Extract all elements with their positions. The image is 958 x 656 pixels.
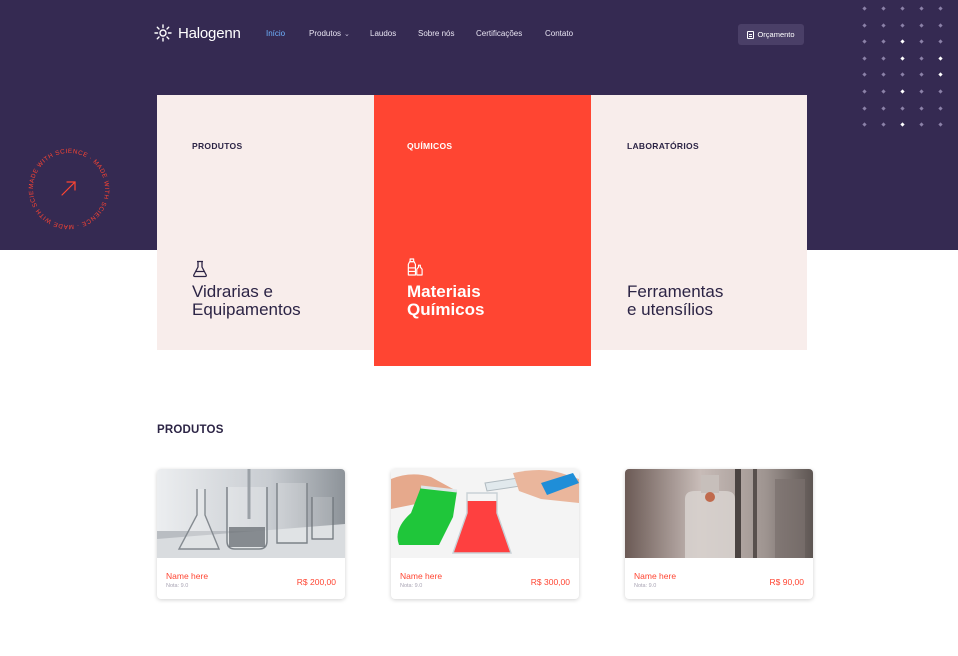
decorative-dot [900, 122, 905, 127]
product-card[interactable]: Name here Nota: 9.0 R$ 300,00 [391, 469, 579, 599]
flask-icon [193, 260, 207, 278]
nav-item-certificacoes[interactable]: Certificações [476, 29, 545, 38]
decorative-dot [881, 6, 886, 11]
category-label: PRODUTOS [192, 141, 243, 151]
category-card-laboratorios[interactable]: LABORATÓRIOS Ferramentas e utensílios [591, 95, 807, 350]
category-title-line1: Materiais [407, 282, 481, 301]
arrow-up-right-icon [61, 181, 76, 196]
decorative-dot [900, 72, 905, 78]
page: Halogenn Início Produtos ⌄ Laudos Sobre n… [0, 0, 958, 656]
main-nav: Início Produtos ⌄ Laudos Sobre nós Certif… [266, 29, 573, 38]
decorative-dot [919, 39, 924, 44]
decorative-dot [938, 22, 943, 28]
document-icon [747, 30, 755, 39]
product-price: R$ 200,00 [296, 577, 336, 587]
decorative-dot [881, 56, 886, 61]
made-with-science-badge[interactable]: MADE WITH SCIENCE · MADE WITH SCIENCE · … [22, 142, 116, 236]
decorative-dot [881, 122, 886, 127]
category-card-produtos[interactable]: PRODUTOS Vidrarias e Equipamentos [157, 95, 374, 350]
nav-item-laudos[interactable]: Laudos [370, 29, 418, 38]
decorative-dot [862, 6, 867, 11]
decorative-dot [938, 72, 943, 78]
decorative-dot [881, 72, 886, 78]
category-title-line1: Ferramentas [627, 282, 724, 301]
category-card-quimicos[interactable]: QUÍMICOS Materiais Químicos [374, 95, 591, 366]
decorative-dot [900, 105, 905, 111]
decorative-dot [900, 56, 905, 61]
category-label: LABORATÓRIOS [627, 141, 699, 151]
decorative-dot [862, 122, 867, 127]
category-title-line2: Químicos [407, 300, 485, 319]
product-rating: Nota: 9.0 [634, 583, 657, 589]
brand-logo[interactable]: Halogenn [154, 24, 241, 42]
decorative-dot [900, 39, 905, 44]
decorative-dot [919, 6, 924, 11]
category-title-line1: Vidrarias e [192, 282, 273, 301]
decorative-dot [862, 22, 867, 28]
decorative-dot [938, 89, 943, 94]
product-name: Name here [400, 571, 443, 581]
product-image-lab-tools [625, 469, 813, 558]
decorative-dot [862, 39, 867, 44]
decorative-dot [881, 105, 886, 111]
decorative-dot [862, 56, 867, 61]
quote-button-label: Orçamento [757, 30, 795, 39]
product-price: R$ 90,00 [769, 577, 805, 587]
decorative-dot [919, 105, 924, 111]
bottles-icon [407, 258, 423, 276]
brand-name: Halogenn [178, 24, 241, 42]
decorative-dot [938, 6, 943, 11]
category-title-line2: Equipamentos [192, 300, 301, 319]
decorative-dot [919, 122, 924, 127]
decorative-dot-grid [862, 6, 953, 132]
decorative-dot [881, 22, 886, 28]
decorative-dot [938, 56, 943, 61]
nav-item-produtos-label: Produtos [309, 29, 342, 38]
decorative-dot [900, 6, 905, 11]
decorative-dot [881, 89, 886, 94]
decorative-dot [862, 72, 867, 78]
category-title-line2: e utensílios [627, 300, 713, 319]
category-title: Ferramentas e utensílios [627, 283, 723, 319]
product-image-glassware [157, 469, 345, 558]
decorative-dot [862, 89, 867, 94]
product-card[interactable]: Name here Nota: 9.0 R$ 90,00 [625, 469, 813, 599]
product-price: R$ 300,00 [530, 577, 570, 587]
decorative-dot [919, 72, 924, 78]
product-name: Name here [166, 571, 209, 581]
product-rating: Nota: 9.0 [400, 583, 423, 589]
svg-text:MADE WITH SCIENCE · MADE WITH: MADE WITH SCIENCE · MADE WITH SCIENCE · … [22, 142, 110, 230]
nav-item-contato[interactable]: Contato [545, 29, 573, 38]
nav-item-sobre-nos[interactable]: Sobre nós [418, 29, 476, 38]
badge-text: MADE WITH SCIENCE · MADE WITH SCIENCE · … [22, 142, 109, 230]
product-name: Name here [634, 571, 677, 581]
category-title: Vidrarias e Equipamentos [192, 283, 301, 319]
decorative-dot [919, 89, 924, 94]
decorative-dot [938, 39, 943, 44]
product-rating: Nota: 9.0 [166, 583, 189, 589]
product-card[interactable]: Name here Nota: 9.0 R$ 200,00 [157, 469, 345, 599]
products-section-title: PRODUTOS [157, 424, 224, 436]
decorative-dot [938, 122, 943, 127]
chevron-down-icon: ⌄ [344, 31, 350, 38]
decorative-dot [919, 22, 924, 28]
decorative-dot [919, 56, 924, 61]
decorative-dot [938, 105, 943, 111]
logo-icon [154, 24, 172, 42]
product-image-chemicals [391, 469, 579, 558]
decorative-dot [900, 89, 905, 94]
category-label: QUÍMICOS [407, 141, 453, 151]
category-title: Materiais Químicos [407, 283, 484, 319]
decorative-dot [900, 22, 905, 28]
decorative-dot [881, 39, 886, 44]
nav-item-inicio[interactable]: Início [266, 29, 309, 38]
quote-button[interactable]: Orçamento [738, 24, 804, 45]
decorative-dot [862, 105, 867, 111]
nav-item-produtos[interactable]: Produtos ⌄ [309, 29, 370, 38]
